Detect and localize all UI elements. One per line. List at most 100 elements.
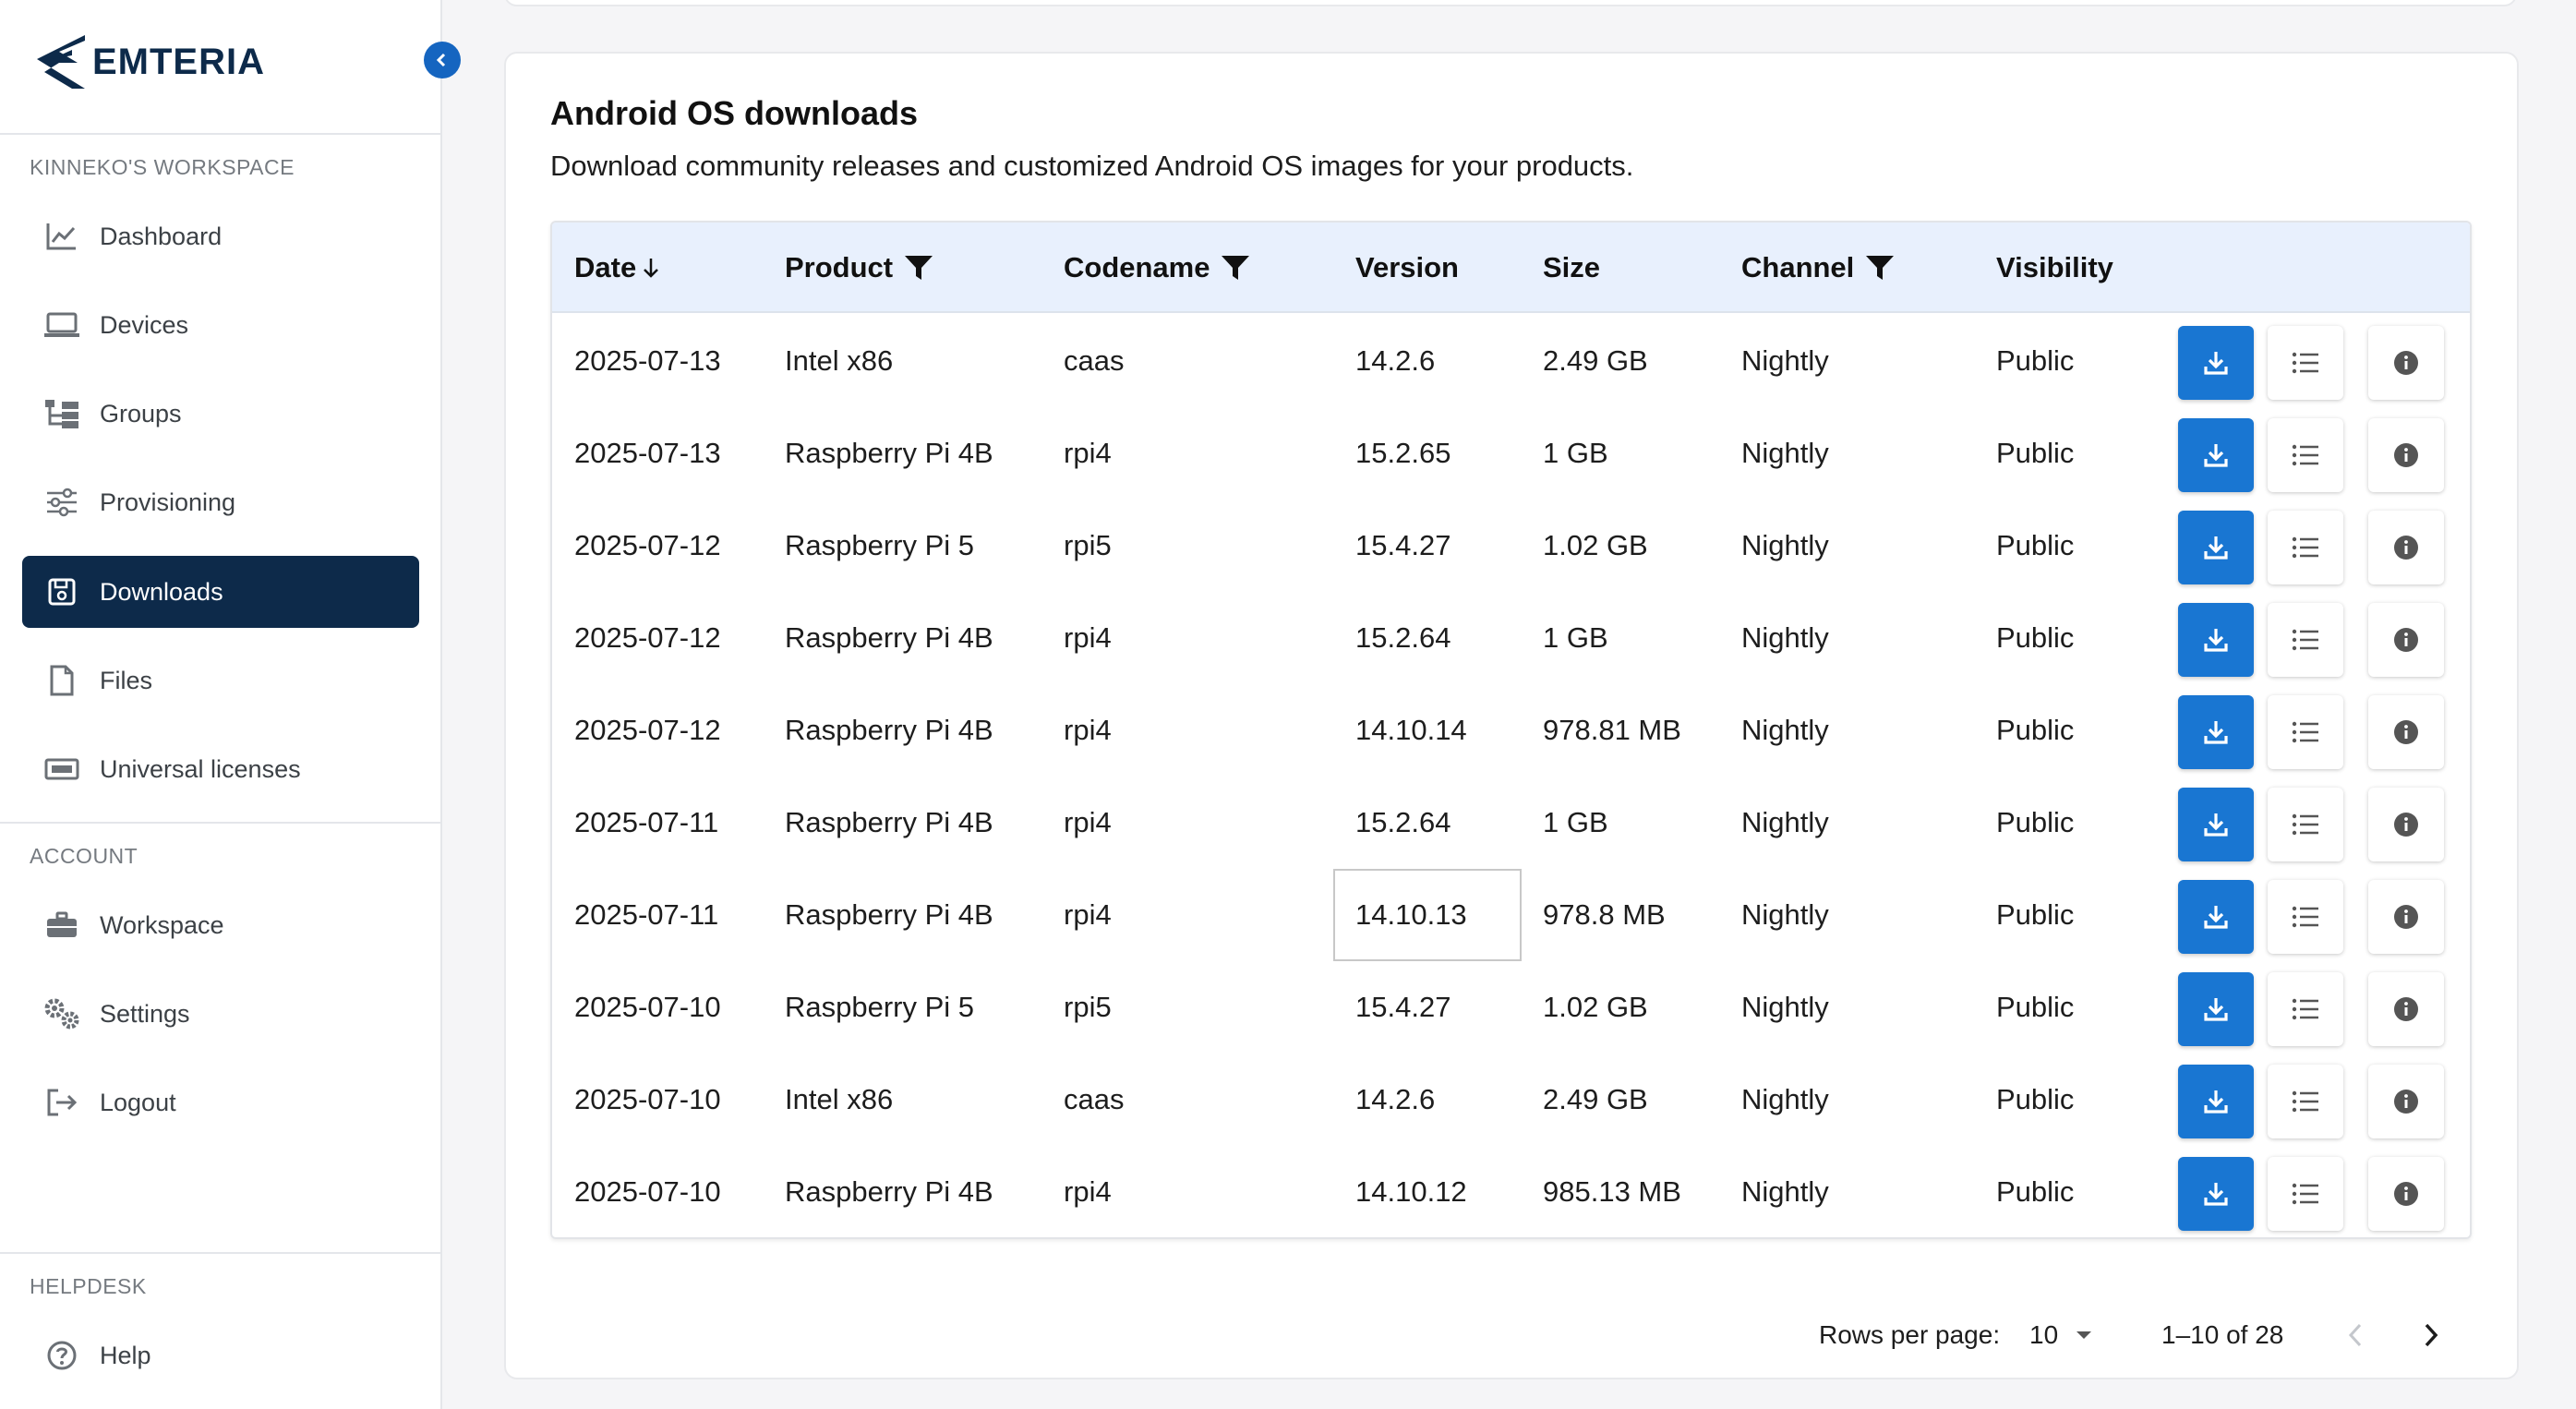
table-row[interactable]: 2025-07-13 Raspberry Pi 4B rpi4 15.2.65 1 GB…	[552, 407, 2470, 500]
column-header-version[interactable]: Version	[1355, 223, 1459, 313]
download-button[interactable]	[2178, 788, 2254, 861]
cell-size: 1.02 GB	[1543, 529, 1648, 561]
info-button[interactable]	[2368, 788, 2444, 861]
list-icon	[2291, 628, 2320, 652]
download-button[interactable]	[2178, 603, 2254, 677]
next-page-button[interactable]	[2419, 1307, 2441, 1363]
sidebar-item-provisioning[interactable]: Provisioning	[22, 466, 419, 538]
download-button[interactable]	[2178, 695, 2254, 769]
previous-page-button[interactable]	[2345, 1307, 2367, 1363]
list-button[interactable]	[2268, 788, 2343, 861]
sidebar-item-dashboard[interactable]: Dashboard	[22, 200, 419, 272]
list-button[interactable]	[2268, 695, 2343, 769]
download-button[interactable]	[2178, 1157, 2254, 1231]
table-row[interactable]: 2025-07-12 Raspberry Pi 4B rpi4 15.2.64 1 GB…	[552, 592, 2470, 684]
cell-visibility: Public	[1996, 898, 2075, 931]
list-button[interactable]	[2268, 418, 2343, 492]
download-button[interactable]	[2178, 880, 2254, 954]
column-header-product[interactable]: Product	[785, 223, 933, 313]
cell-date: 2025-07-12	[574, 714, 721, 746]
rows-per-page-label: Rows per page:	[1819, 1320, 2001, 1349]
page-subtitle: Download community releases and customiz…	[550, 150, 1634, 182]
list-button[interactable]	[2268, 1157, 2343, 1231]
cell-codename: rpi5	[1064, 529, 1112, 561]
sidebar-item-workspace[interactable]: Workspace	[22, 889, 419, 961]
table-row[interactable]: 2025-07-13 Intel x86 caas 14.2.6 2.49 GB Nigh…	[552, 315, 2470, 407]
cell-product: Raspberry Pi 5	[785, 529, 975, 561]
sidebar-item-label: Provisioning	[100, 488, 236, 516]
sidebar-item-downloads[interactable]: Downloads	[22, 556, 419, 628]
download-icon	[2201, 1087, 2231, 1116]
sidebar-item-settings[interactable]: Settings	[22, 978, 419, 1050]
info-button[interactable]	[2368, 1065, 2444, 1138]
info-icon	[2392, 626, 2420, 654]
info-button[interactable]	[2368, 880, 2444, 954]
list-button[interactable]	[2268, 880, 2343, 954]
info-button[interactable]	[2368, 511, 2444, 584]
list-button[interactable]	[2268, 603, 2343, 677]
license-card-icon	[42, 750, 81, 789]
table-row[interactable]: 2025-07-11 Raspberry Pi 4B rpi4 14.10.13 978…	[552, 869, 2470, 961]
sidebar-item-universal-licenses[interactable]: Universal licenses	[22, 733, 419, 805]
download-button[interactable]	[2178, 972, 2254, 1046]
info-button[interactable]	[2368, 972, 2444, 1046]
cell-visibility: Public	[1996, 344, 2075, 377]
rows-per-page-value: 10	[2029, 1320, 2059, 1349]
column-header-size[interactable]: Size	[1543, 223, 1600, 313]
list-button[interactable]	[2268, 972, 2343, 1046]
cell-version[interactable]: 14.10.13	[1333, 869, 1522, 961]
info-icon	[2392, 349, 2420, 377]
info-button[interactable]	[2368, 603, 2444, 677]
info-button[interactable]	[2368, 326, 2444, 400]
info-button[interactable]	[2368, 1157, 2444, 1231]
sidebar-item-logout[interactable]: Logout	[22, 1066, 419, 1138]
table-row[interactable]: 2025-07-10 Intel x86 caas 14.2.6 2.49 GB Nigh…	[552, 1054, 2470, 1146]
column-header-visibility[interactable]: Visibility	[1996, 223, 2113, 313]
sidebar-item-files[interactable]: Files	[22, 644, 419, 717]
cell-date: 2025-07-10	[574, 1175, 721, 1208]
cell-version: 15.4.27	[1355, 529, 1451, 561]
cell-product: Raspberry Pi 4B	[785, 437, 993, 469]
cell-visibility: Public	[1996, 806, 2075, 838]
sidebar-divider	[0, 133, 442, 135]
column-header-channel[interactable]: Channel	[1741, 223, 1895, 313]
info-button[interactable]	[2368, 418, 2444, 492]
sidebar-item-help[interactable]: Help	[22, 1319, 419, 1391]
cell-version: 15.2.65	[1355, 437, 1451, 469]
list-button[interactable]	[2268, 511, 2343, 584]
cell-codename: rpi4	[1064, 898, 1112, 931]
pagination-range: 1–10 of 28	[2161, 1320, 2284, 1349]
sidebar-item-devices[interactable]: Devices	[22, 289, 419, 361]
filter-icon[interactable]	[904, 254, 933, 282]
list-button[interactable]	[2268, 1065, 2343, 1138]
logo[interactable]: EMTERIA	[31, 31, 265, 92]
collapse-sidebar-button[interactable]	[424, 42, 461, 78]
cell-size: 1 GB	[1543, 437, 1608, 469]
download-button[interactable]	[2178, 326, 2254, 400]
table-row[interactable]: 2025-07-12 Raspberry Pi 4B rpi4 14.10.14 978…	[552, 684, 2470, 777]
cell-codename: caas	[1064, 344, 1125, 377]
list-button[interactable]	[2268, 326, 2343, 400]
download-button[interactable]	[2178, 418, 2254, 492]
table-row[interactable]: 2025-07-12 Raspberry Pi 5 rpi5 15.4.27 1.02 …	[552, 500, 2470, 592]
sidebar-item-label: Workspace	[100, 910, 224, 939]
column-header-codename[interactable]: Codename	[1064, 223, 1250, 313]
rows-per-page-select[interactable]: 10	[2029, 1307, 2093, 1363]
info-icon	[2392, 1180, 2420, 1208]
filter-icon[interactable]	[1221, 254, 1250, 282]
table-row[interactable]: 2025-07-10 Raspberry Pi 5 rpi5 15.4.27 1.02 …	[552, 961, 2470, 1054]
table-row[interactable]: 2025-07-11 Raspberry Pi 4B rpi4 15.2.64 1 GB…	[552, 777, 2470, 869]
info-button[interactable]	[2368, 695, 2444, 769]
table-row[interactable]: 2025-07-10 Raspberry Pi 4B rpi4 14.10.12 985…	[552, 1146, 2470, 1237]
list-icon	[2291, 813, 2320, 837]
column-header-label: Visibility	[1996, 251, 2113, 283]
download-button[interactable]	[2178, 511, 2254, 584]
filter-icon[interactable]	[1865, 254, 1895, 282]
file-icon	[42, 661, 81, 700]
download-button[interactable]	[2178, 1065, 2254, 1138]
column-header-date[interactable]: Date	[574, 223, 660, 313]
list-icon	[2291, 351, 2320, 375]
column-header-label: Codename	[1064, 251, 1210, 283]
sidebar-item-groups[interactable]: Groups	[22, 378, 419, 450]
cell-product: Raspberry Pi 4B	[785, 714, 993, 746]
